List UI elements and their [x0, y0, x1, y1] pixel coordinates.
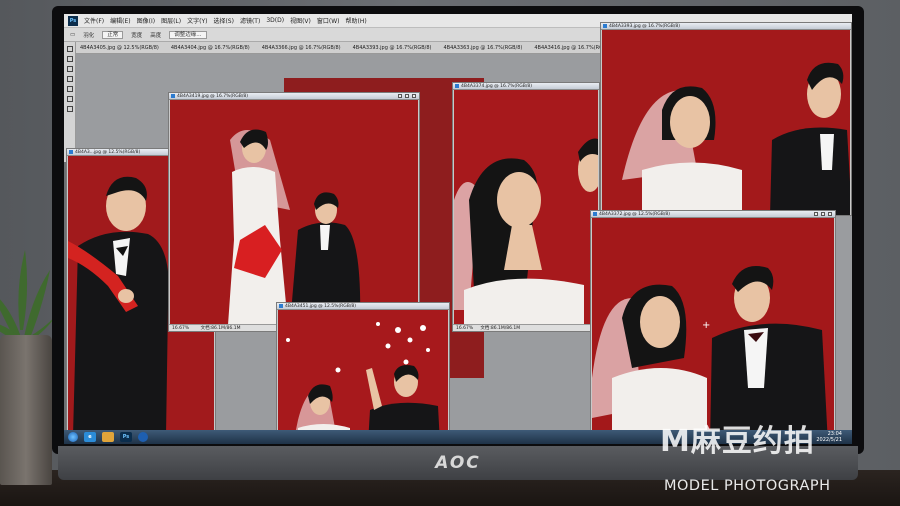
start-button-icon[interactable] [68, 432, 78, 442]
close-icon[interactable] [828, 212, 832, 216]
feather-label: 羽化 [83, 32, 95, 39]
doc-window-3374[interactable]: 4B4A3374.jpg @ 16.7%(RGB/8) 16.67% 文档:86… [452, 82, 600, 332]
doc-tab[interactable]: 4B4A3363.jpg @ 16.7%(RGB/8) [444, 45, 523, 51]
minimize-icon[interactable] [814, 212, 818, 216]
plant-leaves [0, 250, 60, 350]
plant-pot [0, 335, 52, 485]
folder-icon[interactable] [102, 432, 114, 442]
menu-edit[interactable]: 编辑(E) [110, 16, 130, 25]
window-title: 4B4A3451.jpg @ 12.5%(RGB/8) [277, 303, 449, 310]
menu-filter[interactable]: 滤镜(T) [240, 16, 260, 25]
style-select[interactable]: 正常 [102, 30, 124, 39]
minimize-icon[interactable] [398, 94, 402, 98]
doc-tab[interactable]: 4B4A3393.jpg @ 16.7%(RGB/8) [353, 45, 432, 51]
photoshop-taskbar-icon[interactable]: Ps [120, 432, 132, 442]
marquee-tool-icon[interactable]: ▭ [70, 32, 75, 38]
photo-canvas: + [592, 218, 834, 443]
status-bar: 16.67% 文档:86.1M/86.1M [453, 324, 599, 331]
doc-tab[interactable]: 4B4A3405.jpg @ 12.5%(RGB/8) [80, 45, 159, 51]
couple-figure [170, 100, 418, 324]
height-label: 高度 [150, 32, 162, 39]
system-clock: 23:04 2022/5/21 [816, 431, 842, 443]
tools-panel [64, 42, 76, 162]
eyedropper-tool-icon[interactable] [66, 86, 73, 92]
photo-canvas [454, 90, 598, 324]
bride-closeup [454, 90, 598, 324]
window-title: 4B4A3372.jpg @ 12.5%(RGB/8) [591, 211, 835, 218]
brush-tool-icon[interactable] [66, 96, 73, 102]
ps-logo-icon: Ps [68, 15, 78, 26]
photo-canvas [170, 100, 418, 324]
menu-window[interactable]: 窗口(W) [317, 16, 340, 25]
photo-canvas [278, 310, 448, 443]
doc-window-3372[interactable]: 4B4A3372.jpg @ 12.5%(RGB/8) + [590, 210, 836, 444]
app-icon[interactable] [138, 432, 148, 442]
maximize-icon[interactable] [405, 94, 409, 98]
photo-canvas [602, 30, 850, 215]
menu-help[interactable]: 帮助(H) [346, 16, 367, 25]
watermark-logo: M麻豆约拍 [660, 424, 815, 459]
move-tool-icon[interactable] [66, 46, 73, 52]
lasso-tool-icon[interactable] [66, 66, 73, 72]
menu-type[interactable]: 文字(Y) [187, 16, 207, 25]
crop-tool-icon[interactable] [66, 76, 73, 82]
couple-petals [278, 310, 448, 443]
menu-view[interactable]: 视图(V) [290, 16, 311, 25]
menu-select[interactable]: 选择(S) [213, 16, 234, 25]
window-title: 4B4A3374.jpg @ 16.7%(RGB/8) [453, 83, 599, 90]
width-label: 宽度 [131, 32, 143, 39]
couple-figure [602, 30, 850, 215]
couple-figure: + [592, 218, 834, 443]
window-title: 4B4A3393.jpg @ 16.7%(RGB/8) [601, 23, 851, 30]
menu-file[interactable]: 文件(F) [84, 16, 104, 25]
monitor-screen: Ps 文件(F) 编辑(E) 图像(I) 图层(L) 文字(Y) 选择(S) 滤… [64, 14, 852, 444]
menu-3d[interactable]: 3D(D) [266, 17, 284, 24]
menu-image[interactable]: 图像(I) [137, 16, 155, 25]
maximize-icon[interactable] [821, 212, 825, 216]
menu-layer[interactable]: 图层(L) [161, 16, 181, 25]
refine-edge-button[interactable]: 调整边缘... [169, 30, 207, 39]
watermark-text: MODEL PHOTOGRAPH [664, 478, 831, 494]
doc-window-3393[interactable]: 4B4A3393.jpg @ 16.7%(RGB/8) [600, 22, 852, 216]
doc-tab[interactable]: 4B4A3366.jpg @ 16.7%(RGB/8) [262, 45, 341, 51]
stamp-tool-icon[interactable] [66, 106, 73, 112]
photo-scene: AOC Ps 文件(F) 编辑(E) 图像(I) 图层(L) 文字(Y) 选择(… [0, 0, 900, 506]
window-title: 4B4A3419.jpg @ 16.7%(RGB/8) [169, 93, 419, 100]
doc-window-3419[interactable]: 4B4A3419.jpg @ 16.7%(RGB/8) 16.67% 文档:86… [168, 92, 420, 332]
doc-window-3451[interactable]: 4B4A3451.jpg @ 12.5%(RGB/8) [276, 302, 450, 444]
ie-icon[interactable]: e [84, 432, 96, 442]
close-icon[interactable] [412, 94, 416, 98]
doc-tab[interactable]: 4B4A3404.jpg @ 16.7%(RGB/8) [171, 45, 250, 51]
marquee-tool-icon[interactable] [66, 56, 73, 62]
crosshair-cursor-icon: + [702, 320, 710, 331]
